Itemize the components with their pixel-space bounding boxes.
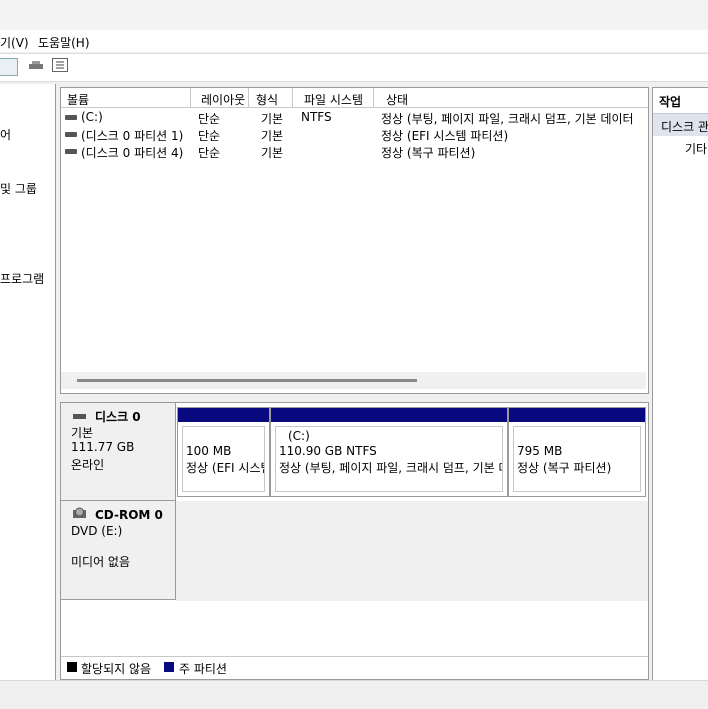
disk-map: 디스크 0 기본 111.77 GB 온라인 100 MB 정상 (EFI 시스…: [60, 402, 649, 680]
status-bar: [0, 680, 708, 709]
tree-item[interactable]: 프로그램: [0, 270, 44, 287]
partition-status: 정상 (EFI 시스템 파티션): [186, 461, 264, 475]
partition-efi[interactable]: 100 MB 정상 (EFI 시스템 파티션): [177, 407, 270, 497]
cell-volume: (디스크 0 파티션 4): [81, 146, 184, 160]
menu-help[interactable]: 도움말(H): [38, 34, 90, 51]
cell-status: 정상 (EFI 시스템 파티션): [381, 129, 509, 143]
table-row[interactable]: (디스크 0 파티션 4) 단순 기본 정상 (복구 파티션): [61, 143, 648, 160]
actions-pane: 작업 디스크 관리 기타 작업: [652, 87, 708, 682]
primary-partition-bar: [271, 408, 507, 422]
primary-partition-bar: [178, 408, 269, 422]
cell-volume: (디스크 0 파티션 1): [81, 129, 184, 143]
actions-header: 작업: [659, 95, 682, 109]
menu-view[interactable]: 기(V): [0, 34, 29, 51]
legend-unallocated-swatch: [67, 662, 77, 672]
tree-item[interactable]: 어: [0, 126, 11, 143]
partition-status: 정상 (복구 파티션): [517, 461, 612, 475]
cdrom-area: [176, 501, 648, 601]
partition-status: 정상 (부팅, 페이지 파일, 크래시 덤프, 기본 데이터 파티션): [279, 461, 502, 475]
actions-section[interactable]: 디스크 관리: [653, 113, 708, 136]
cdrom-icon: [73, 507, 86, 518]
legend-primary-label: 주 파티션: [179, 662, 227, 676]
console-tree: 어 및 그룹 프로그램: [0, 84, 56, 680]
toolbar-properties-icon[interactable]: [52, 58, 68, 72]
volume-icon: [65, 115, 77, 120]
cell-fs: NTFS: [301, 110, 332, 124]
cell-status: 정상 (복구 파티션): [381, 146, 476, 160]
partition-c[interactable]: (C:) 110.90 GB NTFS 정상 (부팅, 페이지 파일, 크래시 …: [270, 407, 508, 497]
legend-unallocated-label: 할당되지 않음: [81, 662, 152, 676]
menu-bar: 기(V) 도움말(H): [0, 30, 708, 52]
partition-size: 795 MB: [517, 444, 563, 458]
toolbar-console-icon[interactable]: [0, 58, 18, 76]
horizontal-scrollbar[interactable]: [61, 372, 646, 389]
cell-layout: 단순: [198, 129, 221, 143]
cell-type: 기본: [261, 112, 284, 126]
scrollbar-thumb[interactable]: [77, 379, 417, 382]
toolbar-disk-icon[interactable]: [28, 58, 46, 74]
legend-primary-swatch: [164, 662, 174, 672]
disk-0-label[interactable]: 디스크 0 기본 111.77 GB 온라인: [61, 403, 176, 501]
partition-size: 100 MB: [186, 444, 232, 458]
disk-state: 온라인: [71, 458, 105, 472]
disk-state: 미디어 없음: [71, 555, 131, 569]
cell-type: 기본: [261, 129, 284, 143]
volume-icon: [65, 132, 77, 137]
column-header-volume[interactable]: 볼륨: [61, 88, 191, 108]
disk-kind: 기본: [71, 426, 94, 440]
disk-size: 111.77 GB: [71, 440, 135, 454]
table-row[interactable]: (C:) 단순 기본 NTFS 정상 (부팅, 페이지 파일, 크래시 덤프, …: [61, 109, 648, 126]
cell-type: 기본: [261, 146, 284, 160]
legend: 할당되지 않음 주 파티션: [61, 656, 648, 679]
column-header-status[interactable]: 상태: [374, 88, 648, 108]
actions-item[interactable]: 기타 작업: [653, 138, 708, 156]
table-row[interactable]: (디스크 0 파티션 1) 단순 기본 정상 (EFI 시스템 파티션): [61, 126, 648, 143]
volume-icon: [65, 149, 77, 154]
cell-layout: 단순: [198, 146, 221, 160]
primary-partition-bar: [509, 408, 645, 422]
toolbar: [0, 53, 708, 82]
column-header-type[interactable]: 형식: [249, 88, 293, 108]
column-header-filesystem[interactable]: 파일 시스템: [293, 88, 374, 108]
partition-recovery[interactable]: 795 MB 정상 (복구 파티션): [508, 407, 646, 497]
volume-list: 볼륨 레이아웃 형식 파일 시스템 상태 (C:) 단순 기본 NTFS 정상 …: [60, 87, 649, 394]
cell-volume: (C:): [81, 110, 103, 124]
partition-size: 110.90 GB NTFS: [279, 444, 377, 458]
disk-kind: DVD (E:): [71, 524, 123, 538]
column-header-layout[interactable]: 레이아웃: [191, 88, 249, 108]
tree-item[interactable]: 및 그룹: [0, 180, 37, 197]
cell-status: 정상 (부팅, 페이지 파일, 크래시 덤프, 기본 데이터: [381, 112, 634, 126]
title-bar: [0, 0, 708, 31]
disk-name: 디스크 0: [95, 410, 141, 424]
disk-name: CD-ROM 0: [95, 508, 163, 522]
cdrom-0-label[interactable]: CD-ROM 0 DVD (E:) 미디어 없음: [61, 501, 176, 600]
cell-layout: 단순: [198, 112, 221, 126]
disk-icon: [73, 414, 86, 419]
partition-title: (C:): [288, 429, 310, 443]
